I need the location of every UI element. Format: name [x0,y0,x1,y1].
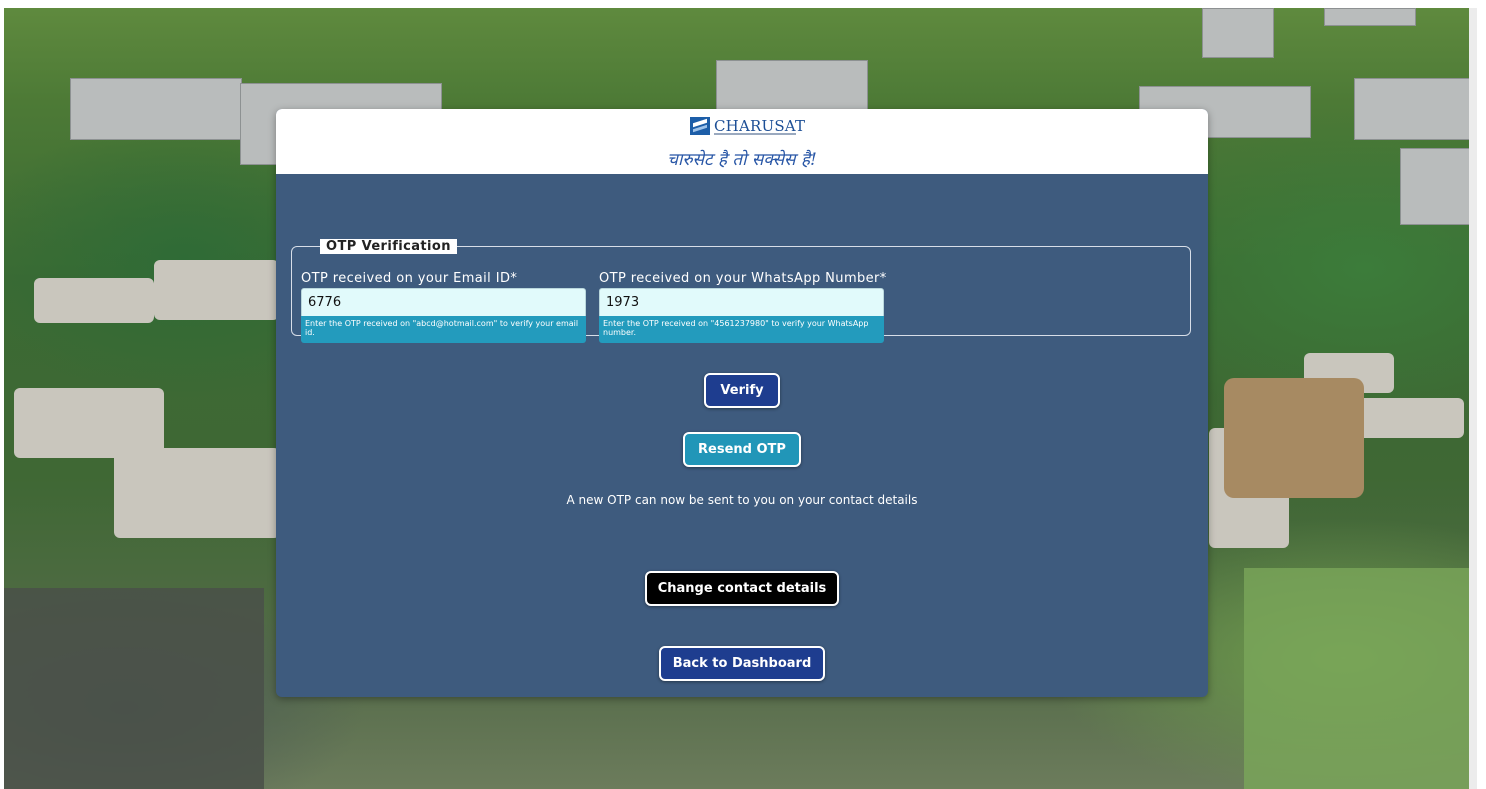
otp-legend: OTP Verification [320,239,457,254]
card-header: CHARUSAT चारुसेट है तो सक्सेस है! [276,109,1208,174]
back-to-dashboard-button[interactable]: Back to Dashboard [659,646,825,681]
charusat-emblem-icon [690,117,710,135]
resend-otp-button[interactable]: Resend OTP [683,432,801,467]
whatsapp-otp-help: Enter the OTP received on "4561237980" t… [599,316,884,343]
otp-fieldset: OTP Verification OTP received on your Em… [291,239,1191,343]
email-otp-help: Enter the OTP received on "abcd@hotmail.… [301,316,586,343]
whatsapp-otp-label: OTP received on your WhatsApp Number* [599,271,887,286]
tagline: चारुसेट है तो सक्सेस है! [667,150,817,170]
email-otp-input[interactable] [301,288,586,317]
email-otp-label: OTP received on your Email ID* [301,271,518,286]
otp-verification-card: CHARUSAT चारुसेट है तो सक्सेस है! OTP Ve… [276,109,1208,697]
change-contact-details-button[interactable]: Change contact details [645,571,839,606]
verify-button[interactable]: Verify [704,373,780,408]
resend-notice: A new OTP can now be sent to you on your… [566,493,918,507]
charusat-logo: CHARUSAT [690,116,805,136]
whatsapp-otp-input[interactable] [599,288,884,317]
